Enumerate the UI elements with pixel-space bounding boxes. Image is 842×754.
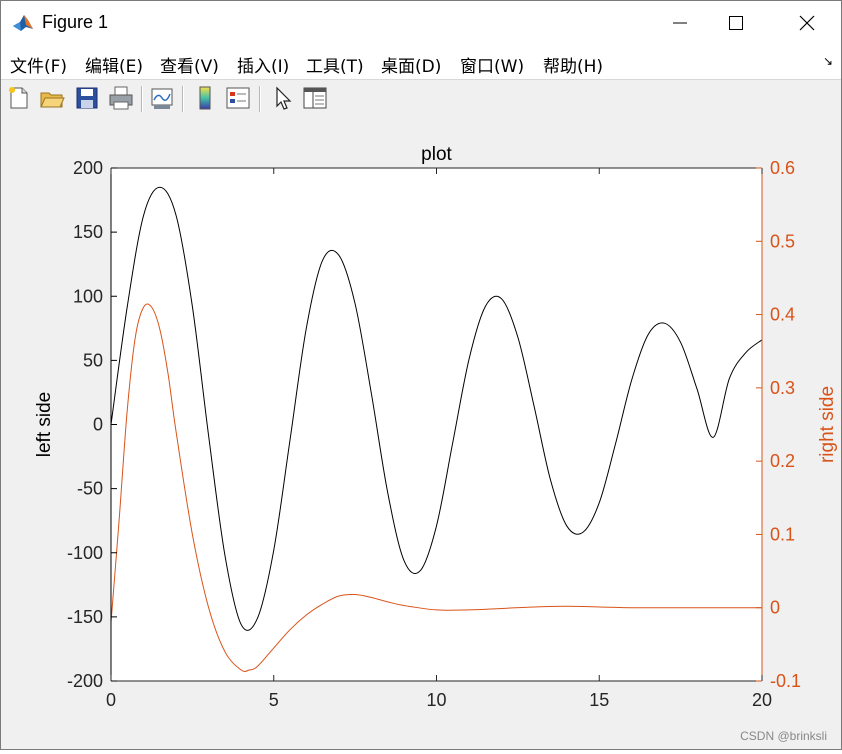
left-y-tick-label: 200: [73, 158, 103, 178]
right-y-tick-label: 0.1: [770, 524, 795, 544]
right-y-tick-label: 0.3: [770, 378, 795, 398]
toolbar-separator: [141, 86, 143, 112]
right-y-axis-label: right side: [817, 386, 838, 463]
maximize-button[interactable]: [713, 1, 759, 45]
x-tick-label: 20: [752, 690, 772, 710]
right-y-tick-label: -0.1: [770, 671, 801, 691]
insert-legend-icon[interactable]: [224, 84, 252, 112]
menu-bar: 文件(F) 编辑(E) 查看(V) 插入(I) 工具(T) 桌面(D) 窗口(W…: [1, 45, 841, 79]
matlab-logo-icon: [12, 12, 34, 34]
close-icon: [799, 15, 815, 31]
figure-window: Figure 1 文件(F) 编辑(E) 查看(V) 插入(I) 工具(T) 桌…: [0, 0, 842, 750]
left-y-tick-label: 50: [83, 350, 103, 370]
close-button[interactable]: [784, 1, 830, 45]
left-y-axis-label: left side: [34, 392, 55, 457]
maximize-icon: [729, 16, 743, 30]
title-bar[interactable]: Figure 1: [1, 1, 841, 45]
dock-arrow-icon[interactable]: ↘: [823, 54, 833, 68]
menu-desktop[interactable]: 桌面(D): [381, 52, 441, 77]
link-plot-icon[interactable]: [148, 84, 176, 112]
x-tick-label: 5: [269, 690, 279, 710]
chart-svg[interactable]: 0 5 10 15 20 200 150 100 50 0 -50 -100 -150 -200 0.6 0.…: [1, 118, 841, 749]
left-y-tick-label: -200: [67, 671, 103, 691]
right-y-tick-label: 0.2: [770, 451, 795, 471]
figure-toolbar: [1, 79, 841, 119]
print-icon[interactable]: [107, 84, 135, 112]
menu-tools[interactable]: 工具(T): [306, 52, 364, 77]
right-y-tick-label: 0.6: [770, 158, 795, 178]
open-file-icon[interactable]: [38, 84, 66, 112]
insert-colorbar-icon[interactable]: [191, 84, 219, 112]
property-inspector-icon[interactable]: [301, 84, 329, 112]
window-title: Figure 1: [42, 12, 109, 32]
chart-title: plot: [421, 144, 452, 165]
menu-edit[interactable]: 编辑(E): [85, 52, 143, 77]
menu-view[interactable]: 查看(V): [160, 52, 219, 77]
right-y-tick-label: 0.4: [770, 305, 795, 325]
menu-insert[interactable]: 插入(I): [237, 52, 289, 77]
watermark-text: CSDN @brinksli: [740, 729, 827, 743]
toolbar-separator: [182, 86, 184, 112]
x-tick-label: 10: [426, 690, 446, 710]
menu-file[interactable]: 文件(F): [10, 52, 67, 77]
edit-plot-arrow-icon[interactable]: [269, 84, 297, 112]
x-tick-label: 15: [589, 690, 609, 710]
left-y-tick-label: 150: [73, 222, 103, 242]
minimize-icon: [673, 22, 687, 24]
right-y-tick-label: 0: [770, 598, 780, 618]
menu-help[interactable]: 帮助(H): [543, 52, 603, 77]
left-y-tick-label: -150: [67, 607, 103, 627]
left-y-tick-label: 100: [73, 286, 103, 306]
left-y-tick-label: -50: [77, 479, 103, 499]
menu-window[interactable]: 窗口(W): [460, 52, 524, 77]
left-y-tick-label: 0: [93, 415, 103, 435]
x-tick-label: 0: [106, 690, 116, 710]
save-icon[interactable]: [73, 84, 101, 112]
toolbar-separator: [259, 86, 261, 112]
plot-area[interactable]: [111, 168, 762, 681]
minimize-button[interactable]: [657, 1, 703, 45]
left-y-tick-label: -100: [67, 543, 103, 563]
new-figure-icon[interactable]: [5, 84, 33, 112]
right-y-tick-label: 0.5: [770, 231, 795, 251]
figure-canvas-area: 0 5 10 15 20 200 150 100 50 0 -50 -100 -150 -200 0.6 0.…: [1, 118, 841, 749]
